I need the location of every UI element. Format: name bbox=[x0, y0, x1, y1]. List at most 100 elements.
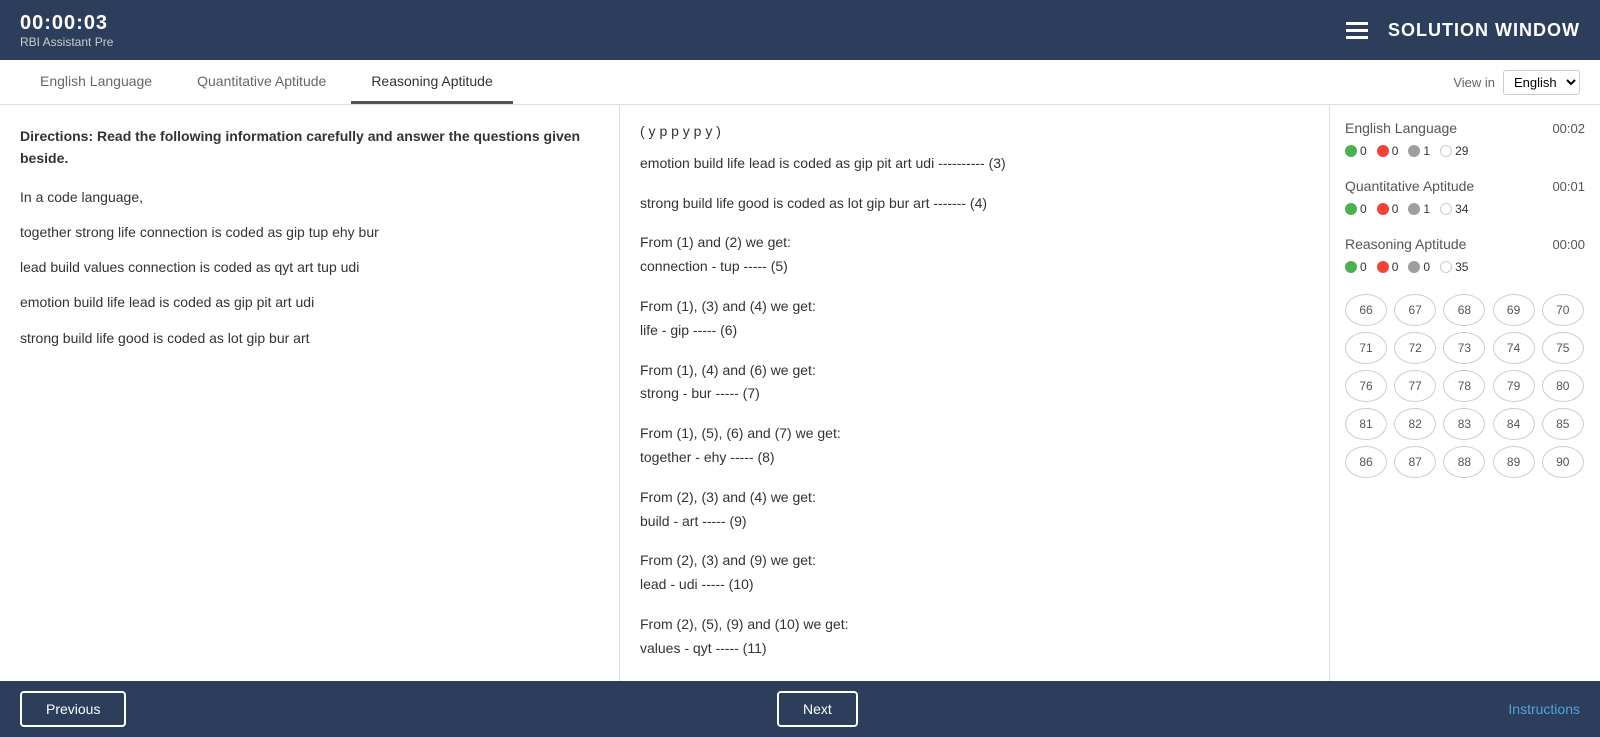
question-number-72[interactable]: 72 bbox=[1394, 332, 1436, 364]
view-in-control: View in English Hindi bbox=[1453, 70, 1580, 95]
question-number-69[interactable]: 69 bbox=[1493, 294, 1535, 326]
header-right: SOLUTION WINDOW bbox=[1346, 20, 1580, 41]
english-white-count: 29 bbox=[1455, 144, 1468, 158]
english-gray-count: 1 bbox=[1423, 144, 1430, 158]
question-number-90[interactable]: 90 bbox=[1542, 446, 1584, 478]
solution-text-5a: From (1), (5), (6) and (7) we get: bbox=[640, 422, 1309, 446]
reasoning-red-count: 0 bbox=[1392, 260, 1399, 274]
question-number-87[interactable]: 87 bbox=[1394, 446, 1436, 478]
solution-2: From (1) and (2) we get: connection - tu… bbox=[640, 231, 1309, 279]
english-dot-green: 0 bbox=[1345, 144, 1367, 158]
footer: Previous Next Instructions bbox=[0, 681, 1600, 737]
english-dot-gray: 1 bbox=[1408, 144, 1430, 158]
tab-english-language[interactable]: English Language bbox=[20, 61, 172, 104]
question-number-82[interactable]: 82 bbox=[1394, 408, 1436, 440]
gray-dot-icon bbox=[1408, 145, 1420, 157]
english-red-count: 0 bbox=[1392, 144, 1399, 158]
tab-reasoning-aptitude[interactable]: Reasoning Aptitude bbox=[351, 61, 512, 104]
reasoning-dot-red: 0 bbox=[1377, 260, 1399, 274]
question-number-74[interactable]: 74 bbox=[1493, 332, 1535, 364]
intro-text: In a code language, bbox=[20, 185, 599, 210]
tabs-bar: English Language Quantitative Aptitude R… bbox=[0, 60, 1600, 105]
quant-dot-white: 34 bbox=[1440, 202, 1468, 216]
solution-0: emotion build life lead is coded as gip … bbox=[640, 152, 1309, 176]
reasoning-dot-green: 0 bbox=[1345, 260, 1367, 274]
english-dot-white: 29 bbox=[1440, 144, 1468, 158]
red-dot-icon bbox=[1377, 203, 1389, 215]
directions-text: Directions: Read the following informati… bbox=[20, 125, 599, 170]
white-dot-icon bbox=[1440, 145, 1452, 157]
green-dot-icon bbox=[1345, 145, 1357, 157]
quant-gray-count: 1 bbox=[1423, 202, 1430, 216]
next-button[interactable]: Next bbox=[777, 691, 858, 727]
previous-button[interactable]: Previous bbox=[20, 691, 126, 727]
question-number-76[interactable]: 76 bbox=[1345, 370, 1387, 402]
white-dot-icon bbox=[1440, 261, 1452, 273]
english-section-stat: English Language 00:02 0 0 1 29 bbox=[1345, 120, 1585, 158]
solution-text-5b: together - ehy ----- (8) bbox=[640, 446, 1309, 470]
question-number-77[interactable]: 77 bbox=[1394, 370, 1436, 402]
english-green-count: 0 bbox=[1360, 144, 1367, 158]
solution-text-3a: From (1), (3) and (4) we get: bbox=[640, 295, 1309, 319]
solution-3: From (1), (3) and (4) we get: life - gip… bbox=[640, 295, 1309, 343]
solution-5: From (1), (5), (6) and (7) we get: toget… bbox=[640, 422, 1309, 470]
question-number-75[interactable]: 75 bbox=[1542, 332, 1584, 364]
solution-6: From (2), (3) and (4) we get: build - ar… bbox=[640, 486, 1309, 534]
middle-panel: ( y p p y p y ) emotion build life lead … bbox=[620, 105, 1330, 681]
solution-1: strong build life good is coded as lot g… bbox=[640, 192, 1309, 216]
quant-dot-green: 0 bbox=[1345, 202, 1367, 216]
gray-dot-icon bbox=[1408, 203, 1420, 215]
question-number-67[interactable]: 67 bbox=[1394, 294, 1436, 326]
question-number-85[interactable]: 85 bbox=[1542, 408, 1584, 440]
solution-text-7a: From (2), (3) and (9) we get: bbox=[640, 549, 1309, 573]
english-section-name: English Language bbox=[1345, 120, 1457, 136]
reasoning-section-stat: Reasoning Aptitude 00:00 0 0 0 bbox=[1345, 236, 1585, 274]
question-number-79[interactable]: 79 bbox=[1493, 370, 1535, 402]
top-line: ( y p p y p y ) bbox=[640, 120, 1309, 144]
red-dot-icon bbox=[1377, 145, 1389, 157]
solution-text-7b: lead - udi ----- (10) bbox=[640, 573, 1309, 597]
quant-green-count: 0 bbox=[1360, 202, 1367, 216]
code-line-2: lead build values connection is coded as… bbox=[20, 255, 599, 280]
question-number-80[interactable]: 80 bbox=[1542, 370, 1584, 402]
header-left: 00:00:03 RBI Assistant Pre bbox=[20, 12, 113, 49]
solution-text-2b: connection - tup ----- (5) bbox=[640, 255, 1309, 279]
solution-text-2a: From (1) and (2) we get: bbox=[640, 231, 1309, 255]
solution-text-6b: build - art ----- (9) bbox=[640, 510, 1309, 534]
english-stat-dots: 0 0 1 29 bbox=[1345, 144, 1585, 158]
question-number-73[interactable]: 73 bbox=[1443, 332, 1485, 364]
quant-red-count: 0 bbox=[1392, 202, 1399, 216]
green-dot-icon bbox=[1345, 261, 1357, 273]
reasoning-white-count: 35 bbox=[1455, 260, 1468, 274]
hamburger-icon[interactable] bbox=[1346, 22, 1368, 39]
instructions-link[interactable]: Instructions bbox=[1508, 701, 1580, 717]
question-number-68[interactable]: 68 bbox=[1443, 294, 1485, 326]
solution-text-3b: life - gip ----- (6) bbox=[640, 319, 1309, 343]
solution-text-8b: values - qyt ----- (11) bbox=[640, 637, 1309, 661]
english-section-time: 00:02 bbox=[1552, 121, 1585, 136]
solution-text-6a: From (2), (3) and (4) we get: bbox=[640, 486, 1309, 510]
question-number-89[interactable]: 89 bbox=[1493, 446, 1535, 478]
question-number-83[interactable]: 83 bbox=[1443, 408, 1485, 440]
question-number-78[interactable]: 78 bbox=[1443, 370, 1485, 402]
question-number-88[interactable]: 88 bbox=[1443, 446, 1485, 478]
quant-section-stat: Quantitative Aptitude 00:01 0 0 1 bbox=[1345, 178, 1585, 216]
gray-dot-icon bbox=[1408, 261, 1420, 273]
green-dot-icon bbox=[1345, 203, 1357, 215]
question-number-71[interactable]: 71 bbox=[1345, 332, 1387, 364]
quant-dot-gray: 1 bbox=[1408, 202, 1430, 216]
question-number-86[interactable]: 86 bbox=[1345, 446, 1387, 478]
quant-dot-red: 0 bbox=[1377, 202, 1399, 216]
question-number-70[interactable]: 70 bbox=[1542, 294, 1584, 326]
question-number-grid: 6667686970 7172737475 7677787980 8182838485… bbox=[1345, 294, 1585, 478]
reasoning-dot-white: 35 bbox=[1440, 260, 1468, 274]
question-number-84[interactable]: 84 bbox=[1493, 408, 1535, 440]
language-select[interactable]: English Hindi bbox=[1503, 70, 1580, 95]
tab-quantitative-aptitude[interactable]: Quantitative Aptitude bbox=[177, 61, 346, 104]
question-number-66[interactable]: 66 bbox=[1345, 294, 1387, 326]
white-dot-icon bbox=[1440, 203, 1452, 215]
left-panel: Directions: Read the following informati… bbox=[0, 105, 620, 681]
question-number-81[interactable]: 81 bbox=[1345, 408, 1387, 440]
solution-text-4b: strong - bur ----- (7) bbox=[640, 382, 1309, 406]
solution-text-8a: From (2), (5), (9) and (10) we get: bbox=[640, 613, 1309, 637]
